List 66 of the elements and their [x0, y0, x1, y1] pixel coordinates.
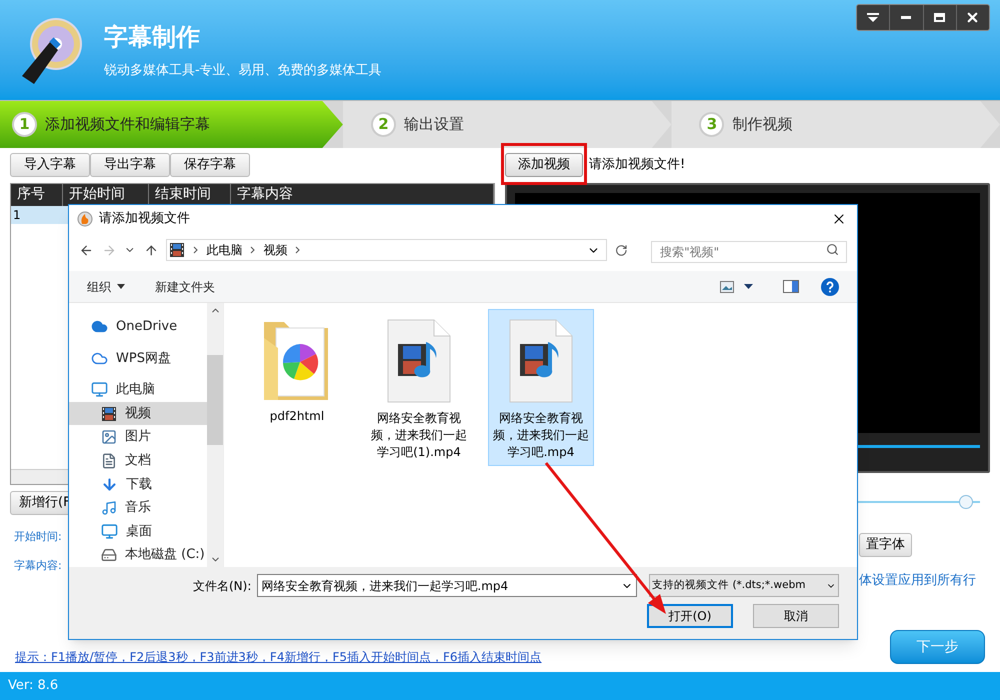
music-note-icon — [101, 500, 117, 516]
up-icon[interactable] — [144, 242, 158, 258]
file-item[interactable]: pdf2html — [244, 309, 350, 430]
add-video-hint: 请添加视频文件! — [589, 156, 686, 174]
table-cell-text: 1 — [12, 207, 22, 224]
dialog-title: 请添加视频文件 — [99, 210, 191, 228]
breadcrumb-item[interactable]: 视频 — [263, 241, 288, 259]
app-title: 字幕制作 — [104, 22, 201, 54]
toolbar-button[interactable]: 组织 — [87, 278, 125, 296]
film-icon — [169, 242, 186, 258]
search-icon — [826, 243, 839, 256]
picture-icon — [101, 429, 117, 446]
filename-label: 文件名(N): — [193, 578, 252, 594]
nav-item[interactable]: OneDrive — [69, 315, 207, 339]
back-icon[interactable] — [79, 242, 94, 258]
dialog-button[interactable]: 打开(O) — [647, 604, 733, 628]
nav-item[interactable]: 桌面 — [69, 520, 207, 544]
preview-pane-icon[interactable] — [783, 280, 799, 293]
toolbar-button[interactable]: 导入字幕 — [10, 153, 90, 177]
file-type-dropdown[interactable]: 支持的视频文件 (*.dts;*.webm — [649, 574, 839, 597]
view-icon[interactable] — [720, 280, 734, 292]
file-item[interactable]: 网络安全教育视频，进来我们一起学习吧(1).mp4 — [366, 309, 472, 466]
app-icon — [77, 211, 93, 227]
apply-all-text: 体设置应用到所有行 — [859, 572, 976, 590]
chevron-right-icon — [193, 246, 198, 254]
dropdown-icon[interactable] — [744, 284, 753, 289]
version-text: Ver: 8.6 — [8, 677, 58, 696]
help-icon[interactable] — [821, 278, 839, 296]
address-bar[interactable]: 此电脑 视频 — [166, 239, 607, 261]
hotkey-hint-link[interactable]: 提示：F1播放/暂停，F2后退3秒，F3前进3秒，F4新增行，F5插入开始时间点，F6插入结束时间点 — [15, 648, 542, 666]
nav-item[interactable]: 此电脑 — [69, 378, 207, 402]
app-subtitle: 锐动多媒体工具-专业、易用、免费的多媒体工具 — [104, 62, 382, 80]
dialog-button[interactable]: 取消 — [753, 604, 839, 628]
film-icon — [101, 406, 117, 422]
field-label: 开始时间: — [14, 529, 62, 545]
desktop-icon — [101, 523, 118, 540]
toolbar-button[interactable]: 保存字幕 — [170, 153, 250, 177]
step-tab[interactable]: 2 输出设置 — [342, 101, 672, 148]
computer-icon — [91, 381, 108, 398]
video-file-icon — [508, 318, 574, 404]
toolbar-button[interactable]: 导出字幕 — [90, 153, 170, 177]
field-label: 字幕内容: — [14, 558, 62, 574]
filename-field[interactable]: 网络安全教育视频，进来我们一起学习吧.mp4 — [257, 574, 638, 597]
font-button[interactable]: 置字体 — [859, 533, 912, 557]
nav-item[interactable]: WPS网盘 — [69, 346, 207, 370]
refresh-icon[interactable] — [614, 244, 628, 256]
toolbar-button[interactable]: 新建文件夹 — [155, 278, 215, 296]
file-item[interactable]: 网络安全教育视频，进来我们一起学习吧.mp4 — [488, 309, 594, 466]
step-tab[interactable]: 1 添加视频文件和编辑字幕 — [0, 101, 343, 148]
download-icon — [101, 476, 118, 493]
chevron-right-icon — [295, 246, 300, 254]
nav-item[interactable]: 图片 — [69, 425, 207, 449]
scrollbar-thumb[interactable] — [207, 355, 223, 445]
caret-icon — [117, 284, 125, 289]
nav-item[interactable]: 视频 — [69, 402, 207, 426]
breadcrumb-item[interactable]: 此电脑 — [206, 241, 242, 259]
nav-item[interactable]: 本地磁盘 (C:) — [69, 543, 207, 567]
video-file-icon — [386, 318, 452, 404]
add-video-button[interactable]: 添加视频 — [505, 153, 583, 177]
search-field[interactable]: 搜索"视频" — [651, 241, 847, 263]
document-icon — [101, 452, 117, 469]
drive-icon — [101, 547, 117, 564]
nav-item[interactable]: 文档 — [69, 448, 207, 473]
slider-thumb[interactable] — [958, 495, 973, 509]
step-tab[interactable]: 3 制作视频 — [671, 101, 1000, 148]
chevron-right-icon — [250, 246, 256, 254]
